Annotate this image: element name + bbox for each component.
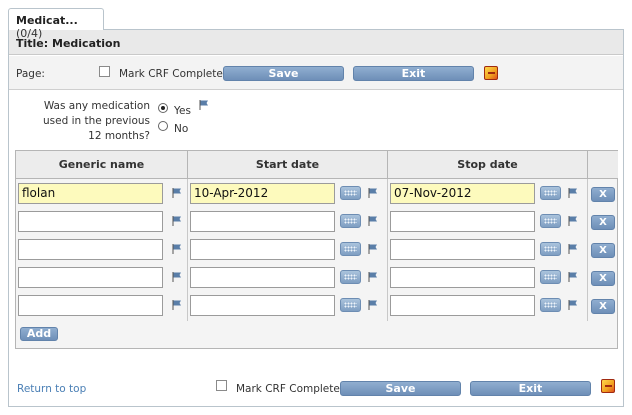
start-date-input[interactable] [190, 239, 335, 260]
header-start-date: Start date [188, 151, 388, 179]
remove-row-button[interactable]: X [591, 299, 615, 314]
medication-table: Generic name Start date Stop date flolan… [15, 150, 618, 349]
flag-icon[interactable] [171, 243, 183, 255]
mark-crf-checkbox-top[interactable] [99, 66, 110, 77]
generic-name-input[interactable] [18, 295, 163, 316]
radio-yes[interactable] [158, 103, 168, 113]
calendar-icon[interactable] [540, 298, 561, 312]
flag-icon[interactable] [198, 99, 210, 111]
form-title: Title: Medication [9, 30, 623, 55]
tab-medication[interactable]: Medicat...(0/4) [8, 8, 104, 40]
mark-icon-bottom[interactable] [601, 379, 615, 393]
start-date-input[interactable] [190, 295, 335, 316]
calendar-icon[interactable] [540, 242, 561, 256]
generic-name-input[interactable] [18, 267, 163, 288]
flag-icon[interactable] [367, 299, 379, 311]
remove-row-button[interactable]: X [591, 271, 615, 286]
generic-name-input[interactable] [18, 239, 163, 260]
header-actions [588, 151, 618, 179]
flag-icon[interactable] [171, 299, 183, 311]
radio-no[interactable] [158, 121, 168, 131]
tab-count: (0/4) [16, 27, 43, 40]
remove-row-button[interactable]: X [591, 187, 615, 202]
page-bar: Page: Mark CRF Complete Save Exit [9, 56, 623, 90]
stop-date-input[interactable] [390, 267, 535, 288]
tab-name: Medicat... [16, 14, 78, 27]
flag-icon[interactable] [171, 215, 183, 227]
exit-button-top[interactable]: Exit [353, 66, 474, 81]
column-separator [387, 179, 388, 321]
flag-icon[interactable] [171, 187, 183, 199]
stop-date-input[interactable]: 07-Nov-2012 [390, 183, 535, 204]
mark-crf-label-bottom: Mark CRF Complete [236, 383, 340, 395]
start-date-input[interactable] [190, 211, 335, 232]
header-generic-name: Generic name [16, 151, 188, 179]
mark-icon-top[interactable] [484, 66, 498, 80]
form-frame: Title: Medication Page: Mark CRF Complet… [8, 29, 624, 407]
calendar-icon[interactable] [340, 242, 361, 256]
add-row-button[interactable]: Add [20, 327, 58, 341]
flag-icon[interactable] [171, 271, 183, 283]
start-date-input[interactable]: 10-Apr-2012 [190, 183, 335, 204]
remove-row-button[interactable]: X [591, 215, 615, 230]
column-separator [587, 179, 588, 321]
flag-icon[interactable] [567, 215, 579, 227]
question-line-1: Was any medication [43, 100, 150, 112]
stop-date-input[interactable] [390, 295, 535, 316]
medication-question: Was any medication used in the previous … [19, 99, 150, 144]
calendar-icon[interactable] [540, 270, 561, 284]
flag-icon[interactable] [367, 215, 379, 227]
mark-crf-label-top: Mark CRF Complete [119, 68, 223, 80]
flag-icon[interactable] [567, 243, 579, 255]
stop-date-input[interactable] [390, 211, 535, 232]
radio-no-label: No [174, 123, 189, 135]
calendar-icon[interactable] [540, 214, 561, 228]
flag-icon[interactable] [567, 187, 579, 199]
question-line-3: 12 months? [88, 130, 150, 142]
stop-date-input[interactable] [390, 239, 535, 260]
flag-icon[interactable] [367, 187, 379, 199]
exit-button-bottom[interactable]: Exit [470, 381, 591, 396]
generic-name-input[interactable]: flolan [18, 183, 163, 204]
calendar-icon[interactable] [340, 270, 361, 284]
calendar-icon[interactable] [340, 298, 361, 312]
question-line-2: used in the previous [43, 115, 150, 127]
column-separator [187, 179, 188, 321]
flag-icon[interactable] [567, 299, 579, 311]
page-label: Page: [16, 68, 45, 80]
generic-name-input[interactable] [18, 211, 163, 232]
flag-icon[interactable] [367, 243, 379, 255]
calendar-icon[interactable] [340, 214, 361, 228]
calendar-icon[interactable] [340, 186, 361, 200]
start-date-input[interactable] [190, 267, 335, 288]
flag-icon[interactable] [567, 271, 579, 283]
return-to-top-link[interactable]: Return to top [17, 383, 86, 395]
header-stop-date: Stop date [388, 151, 588, 179]
calendar-icon[interactable] [540, 186, 561, 200]
save-button-top[interactable]: Save [223, 66, 344, 81]
remove-row-button[interactable]: X [591, 243, 615, 258]
radio-yes-label: Yes [174, 105, 191, 117]
mark-crf-checkbox-bottom[interactable] [216, 380, 227, 391]
save-button-bottom[interactable]: Save [340, 381, 461, 396]
flag-icon[interactable] [367, 271, 379, 283]
